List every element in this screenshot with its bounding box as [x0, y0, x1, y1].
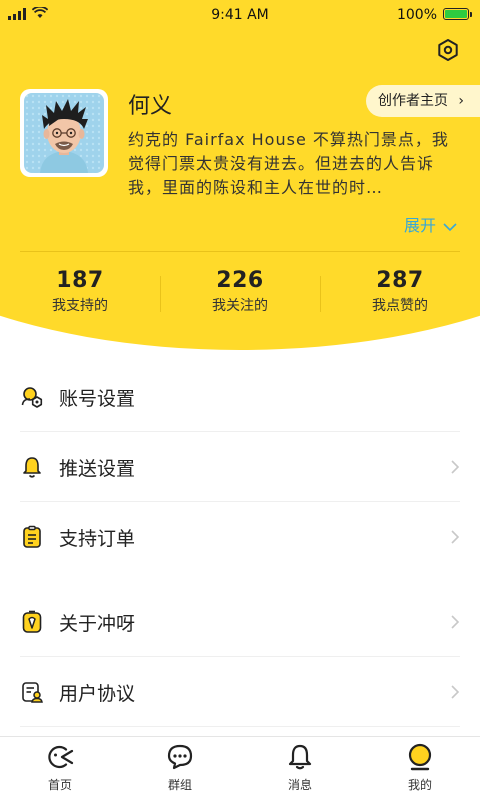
stat-label: 我关注的 [212, 298, 268, 314]
battery-percent: 100% [396, 7, 437, 23]
stat-value: 287 [376, 268, 424, 293]
bell-icon [23, 457, 41, 478]
settings-hex-icon[interactable] [436, 38, 460, 62]
menu-item-user-agreement[interactable]: 用户协议 [20, 657, 460, 727]
account-settings-icon [21, 387, 43, 408]
menu-label: 支持订单 [59, 528, 136, 550]
tab-label: 消息 [287, 778, 312, 792]
menu-item-support-orders[interactable]: 支持订单 [20, 502, 460, 572]
bottom-tab-bar: 首页 群组 消息 我的 [0, 736, 480, 801]
menu-label: 推送设置 [59, 458, 136, 480]
profile-icon [408, 743, 432, 771]
menu-label: 账号设置 [59, 388, 136, 410]
chat-bubble-icon [167, 744, 193, 770]
divider [20, 251, 460, 252]
about-icon [22, 610, 42, 633]
status-bar: 9:41 AM 100% [0, 0, 480, 30]
avatar[interactable] [20, 89, 108, 177]
chevron-right-icon: › [458, 93, 464, 109]
creator-homepage-button[interactable]: 创作者主页 › [366, 85, 480, 117]
bell-icon [288, 744, 312, 770]
tab-label: 首页 [47, 778, 72, 792]
chevron-right-icon [451, 615, 460, 629]
tab-profile[interactable]: 我的 [360, 743, 480, 793]
tab-messages[interactable]: 消息 [240, 743, 360, 793]
stat-value: 187 [56, 268, 104, 293]
user-name: 何义 [128, 94, 173, 119]
menu-item-about[interactable]: 关于冲呀 [20, 587, 460, 657]
creator-homepage-label: 创作者主页 [378, 93, 448, 109]
stats-row: 187 我支持的 226 我关注的 287 我点赞的 [0, 268, 480, 328]
expand-bio-button[interactable]: 展开 [404, 212, 457, 236]
user-bio: 约克的 Fairfax House 不算热门景点，我觉得门票太贵没有进去。但进去… [128, 130, 449, 197]
tab-label: 群组 [167, 778, 192, 792]
stat-supported[interactable]: 187 我支持的 [0, 268, 160, 315]
tab-label: 我的 [407, 778, 432, 792]
tab-groups[interactable]: 群组 [120, 743, 240, 793]
menu-item-push-settings[interactable]: 推送设置 [20, 432, 460, 502]
order-list-icon [23, 525, 41, 548]
stat-value: 226 [216, 268, 264, 293]
home-icon [48, 745, 74, 769]
divider [20, 726, 460, 727]
stat-following[interactable]: 226 我关注的 [160, 268, 320, 315]
profile-header: 9:41 AM 100% 创作者主页 › 何义 约克的 Fairfax Hous… [0, 0, 480, 350]
battery-icon [443, 8, 472, 20]
menu-item-account-settings[interactable]: 账号设置 [20, 362, 460, 432]
menu-label: 用户协议 [59, 683, 136, 705]
chevron-right-icon [451, 460, 460, 474]
stat-liked[interactable]: 287 我点赞的 [320, 268, 480, 315]
chevron-down-icon [443, 222, 457, 231]
agreement-icon [22, 682, 43, 703]
chevron-right-icon [451, 685, 460, 699]
expand-label: 展开 [404, 216, 437, 235]
avatar-image [24, 93, 104, 173]
menu-label: 关于冲呀 [59, 613, 136, 635]
tab-home[interactable]: 首页 [0, 743, 120, 793]
chevron-right-icon [451, 530, 460, 544]
stat-label: 我点赞的 [372, 298, 428, 314]
stat-label: 我支持的 [52, 298, 108, 314]
